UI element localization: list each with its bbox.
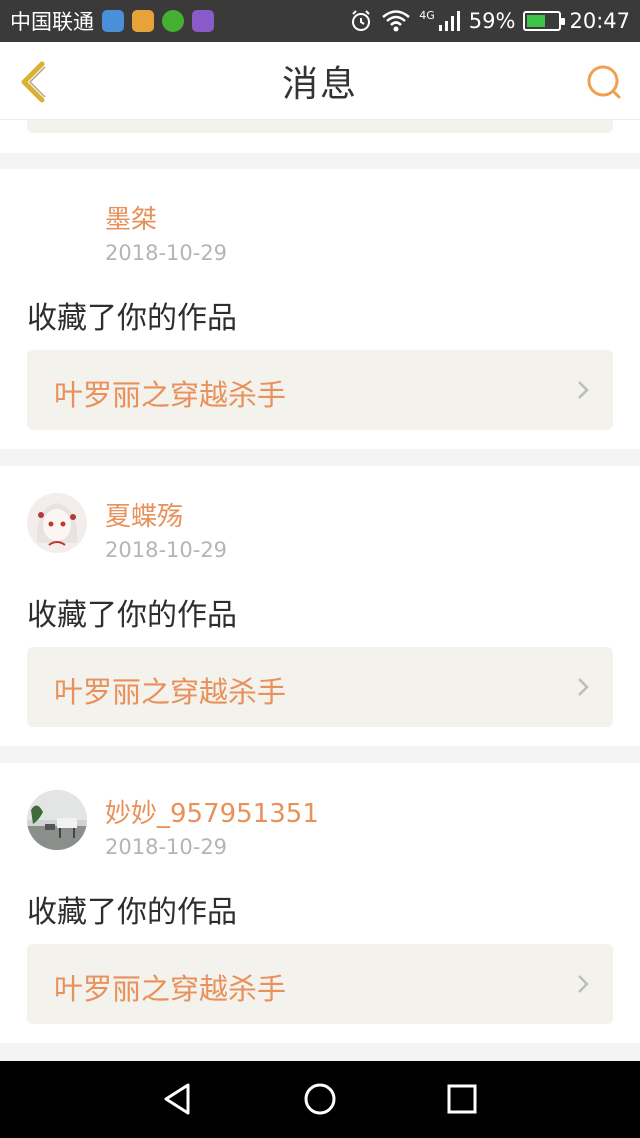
message-date: 2018-10-29 bbox=[105, 835, 228, 859]
message-date: 2018-10-29 bbox=[105, 538, 228, 562]
status-bar: 中国联通 4G 59% 20:47 bbox=[0, 0, 640, 42]
network-type-label: 4G bbox=[419, 8, 435, 22]
user-name[interactable]: 墨桀 bbox=[105, 199, 157, 236]
wifi-icon bbox=[382, 10, 411, 32]
message-card: 夏蝶殇 2018-10-29 收藏了你的作品 叶罗丽之穿越杀手 bbox=[0, 466, 640, 746]
chevron-right-icon bbox=[578, 975, 589, 993]
previous-card-tail bbox=[0, 120, 640, 153]
work-title: 叶罗丽之穿越杀手 bbox=[54, 972, 287, 1006]
work-link[interactable]: 叶罗丽之穿越杀手 bbox=[27, 647, 613, 727]
battery-percent: 59% bbox=[468, 9, 516, 33]
search-icon bbox=[587, 65, 621, 99]
action-text: 收藏了你的作品 bbox=[27, 301, 237, 336]
message-card: 妙妙_957951351 2018-10-29 收藏了你的作品 叶罗丽之穿越杀手 bbox=[0, 763, 640, 1043]
message-date: 2018-10-29 bbox=[105, 241, 228, 265]
recents-square-icon[interactable] bbox=[444, 1081, 480, 1117]
user-name[interactable]: 妙妙_957951351 bbox=[105, 793, 319, 830]
gallery-app-icon bbox=[192, 10, 214, 32]
avatar[interactable] bbox=[27, 493, 87, 553]
alarm-icon bbox=[352, 10, 371, 31]
anime-girl-avatar bbox=[27, 493, 87, 553]
page-title: 消息 bbox=[281, 63, 358, 105]
carrier-label: 中国联通 bbox=[10, 10, 94, 34]
chevron-left-icon bbox=[21, 61, 45, 103]
room-photo-avatar bbox=[27, 790, 87, 850]
message-card: 墨桀 2018-10-29 收藏了你的作品 叶罗丽之穿越杀手 bbox=[0, 169, 640, 449]
chevron-right-icon bbox=[578, 678, 589, 696]
search-button[interactable] bbox=[584, 62, 624, 102]
avatar[interactable] bbox=[27, 196, 87, 256]
previous-work-link[interactable] bbox=[27, 120, 613, 133]
battery-icon bbox=[523, 11, 566, 31]
chevron-right-icon bbox=[578, 381, 589, 399]
action-text: 收藏了你的作品 bbox=[27, 598, 237, 633]
work-title: 叶罗丽之穿越杀手 bbox=[54, 675, 287, 709]
home-circle-icon[interactable] bbox=[302, 1081, 338, 1117]
action-text: 收藏了你的作品 bbox=[27, 895, 237, 930]
signal-icon bbox=[438, 11, 460, 31]
clock: 20:47 bbox=[569, 9, 630, 33]
work-link[interactable]: 叶罗丽之穿越杀手 bbox=[27, 350, 613, 430]
work-link[interactable]: 叶罗丽之穿越杀手 bbox=[27, 944, 613, 1024]
work-title: 叶罗丽之穿越杀手 bbox=[54, 378, 287, 412]
app-header: 消息 bbox=[0, 42, 640, 120]
location-app-icon bbox=[102, 10, 124, 32]
back-button[interactable] bbox=[16, 60, 52, 104]
navigation-bar bbox=[0, 1061, 640, 1138]
screen: 中国联通 4G 59% 20:47 消息 墨桀 2018-10-29 收藏了你的… bbox=[0, 0, 640, 1138]
weibo-icon bbox=[132, 10, 154, 32]
avatar[interactable] bbox=[27, 790, 87, 850]
wechat-icon bbox=[162, 10, 184, 32]
user-name[interactable]: 夏蝶殇 bbox=[105, 496, 183, 533]
back-triangle-icon[interactable] bbox=[160, 1081, 196, 1117]
